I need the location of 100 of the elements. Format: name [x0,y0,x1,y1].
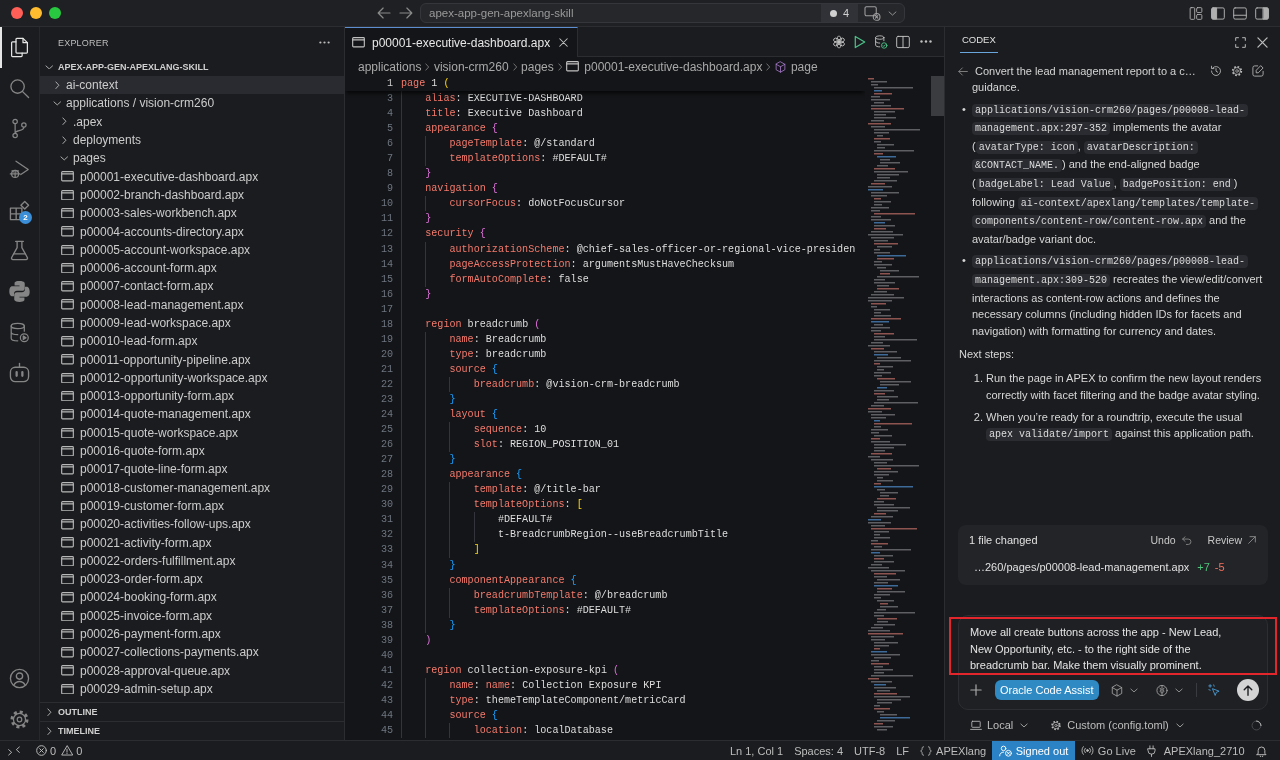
window-maximize-icon[interactable] [49,7,61,19]
tree-item[interactable]: p00011-opportunity-pipeline.apx [40,350,344,369]
database-play-icon[interactable] [9,321,30,343]
tree-item[interactable]: p00003-sales-workbench.apx [40,204,344,223]
cursor-sparkle-icon[interactable] [1207,684,1220,696]
run-icon[interactable] [854,34,866,49]
live-server-item[interactable]: Go Live [1075,741,1142,760]
caret-icon[interactable] [1174,687,1183,693]
command-center[interactable]: apex-app-gen-apexlang-skill 4 [420,3,905,23]
robot-icon[interactable] [9,362,30,384]
caret-icon[interactable] [1129,687,1138,693]
settings-icon[interactable] [9,709,30,731]
problems-indicator[interactable]: 0 0 [36,744,83,757]
mode-button[interactable]: Oracle Code Assist [995,680,1099,700]
close-icon[interactable] [559,38,569,47]
brain-icon[interactable] [1155,683,1168,697]
window-x-icon[interactable] [864,5,881,21]
status-item[interactable]: Spaces: 4 [788,741,849,760]
plus-icon[interactable] [970,684,982,696]
knot-icon[interactable] [832,34,846,49]
undo-link[interactable]: Undo [1150,534,1192,546]
back-arrow-icon[interactable] [377,7,391,19]
right-sidebar-icon[interactable] [1255,6,1269,20]
thread-title[interactable]: Convert the lead management report to a c… [975,65,1196,77]
tree-item[interactable]: p00021-activity-form.apx [40,533,344,552]
tree-item[interactable]: p00019-customer-form.apx [40,496,344,516]
run-debug-icon[interactable] [9,158,30,180]
snake-logo-icon[interactable] [9,280,30,302]
bottom-panel-icon[interactable] [1233,6,1247,20]
tree-item[interactable]: p00029-admin-setup.apx [40,679,344,699]
window-close-icon[interactable] [11,7,23,19]
tree-item[interactable]: ai-context [40,76,344,95]
tree-item[interactable]: p00004-accounts-directory.apx [40,222,344,241]
tree-item[interactable]: applications / vision-crm260 [40,94,344,113]
breadcrumb-item[interactable]: applications [358,59,422,74]
status-item[interactable]: LF [890,741,915,760]
split-editor-icon[interactable] [896,34,910,49]
search-icon[interactable] [9,77,30,99]
layout-grid-icon[interactable] [1189,6,1203,20]
tree-item[interactable]: p00001-executive-dashboard.apx [40,167,344,186]
caret-icon[interactable] [888,10,897,16]
tree-item[interactable]: p00016-quote-form.apx [40,441,344,461]
tree-item[interactable]: p00018-customer-management.apx [40,478,344,497]
dropdown[interactable]: Local [970,719,1029,731]
tree-item[interactable]: p00025-invoice-form.apx [40,606,344,625]
tree-item[interactable]: p00009-lead-workspace.apx [40,313,344,333]
tree-item[interactable]: pages [40,149,344,168]
tree-item[interactable]: p00027-collections-payments.apx [40,643,344,662]
remote-icon[interactable] [8,745,20,756]
language-mode[interactable]: APEXlang [914,741,992,760]
tree-item[interactable]: p00007-contact-form.apx [40,277,344,296]
review-link[interactable]: Review [1207,534,1256,546]
panel-tab[interactable]: CODEX [960,27,998,53]
maximize-icon[interactable] [1235,36,1246,48]
settings-icon[interactable] [1231,65,1243,77]
history-icon[interactable] [1210,65,1222,77]
connection-item[interactable]: APEXlang_2710 [1141,741,1250,760]
flask-icon[interactable] [9,240,30,262]
tree-item[interactable]: p00008-lead-management.apx [40,295,344,314]
tree-item[interactable]: p00014-quote-management.apx [40,405,344,424]
bell-icon[interactable] [1255,744,1267,757]
more-icon[interactable] [319,41,330,44]
tree-item[interactable]: p00026-payment-form.apx [40,624,344,644]
tree-item[interactable]: p00020-activities-follow-ups.apx [40,515,344,534]
window-minimize-icon[interactable] [30,7,42,19]
send-button[interactable] [1237,679,1259,701]
editor-tab[interactable]: p00001-executive-dashboard.apx [345,27,579,57]
breadcrumb-item[interactable]: p00001-executive-dashboard.apx [566,59,763,74]
prompt-input[interactable]: Move all create buttons across the app - New Lead, New Opportunity, etc. - to the right side of the breadcrumb bar. Make them visually prominent. [949,617,1277,675]
tree-item[interactable]: p00010-lead-form.apx [40,332,344,351]
status-item[interactable]: Ln 1, Col 1 [724,741,789,760]
tree-item[interactable]: p00028-approval-queue.apx [40,661,344,680]
status-item[interactable]: UTF-8 [848,741,891,760]
tree-item[interactable]: p00006-account-form.apx [40,258,344,278]
tree-item[interactable]: p00023-order-form.apx [40,570,344,589]
close-icon[interactable] [1257,36,1268,48]
cube-icon[interactable] [1110,683,1123,697]
breadcrumb-item[interactable]: vision-crm260 [433,59,509,74]
scrollbar-thumb[interactable] [931,76,944,116]
dropdown[interactable]: Custom (config.toml) [1050,719,1184,731]
tree-item[interactable]: p00002-branch-dashboard.apx [40,185,344,205]
breadcrumb-item[interactable]: pages [521,59,554,74]
section-header[interactable]: OUTLINE [40,702,344,721]
account-icon[interactable] [9,668,30,690]
tree-item[interactable]: p00005-account-workspace.apx [40,240,344,259]
account-status[interactable]: Signed out [991,741,1076,760]
back-arrow-icon[interactable] [958,66,968,76]
files-icon[interactable] [9,36,30,58]
tree-item[interactable]: p00015-quote-workspace.apx [40,423,344,442]
forward-arrow-icon[interactable] [399,7,413,19]
left-sidebar-icon[interactable] [1211,6,1225,20]
tree-item[interactable]: p00022-orders-fulfillment.apx [40,551,344,570]
database-check-icon[interactable] [874,34,888,49]
changed-file-link[interactable]: …260/pages/p00008-lead-management.apx [974,561,1190,573]
tree-item[interactable]: deployments [40,130,344,150]
workspace-header[interactable]: APEX-APP-GEN-APEXLANG-SKILL [40,58,344,76]
edit-icon[interactable] [1252,65,1264,77]
count-indicator[interactable]: 4 [820,4,858,22]
extensions-icon[interactable] [9,199,30,221]
tree-item[interactable]: .apex [40,112,344,131]
